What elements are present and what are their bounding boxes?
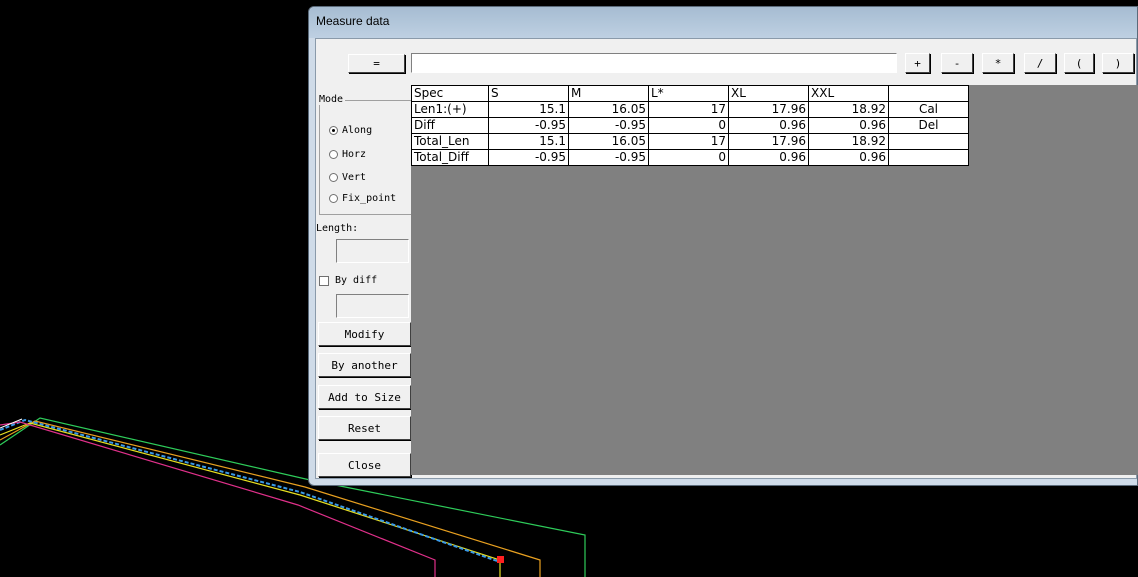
cell[interactable]: 18.92 [808, 133, 889, 150]
add-to-size-button[interactable]: Add to Size [318, 385, 411, 409]
row-label[interactable]: Total_Diff [411, 149, 489, 166]
formula-input[interactable] [411, 53, 897, 73]
radio-icon [329, 150, 338, 159]
del-action[interactable]: Del [888, 117, 969, 134]
cell[interactable]: 15.1 [488, 101, 569, 118]
table-header-row: Spec S M L* XL XXL [411, 85, 969, 102]
close-paren-button[interactable]: ) [1102, 53, 1134, 73]
by-diff-label: By diff [335, 275, 378, 286]
cell[interactable]: 0.96 [728, 149, 809, 166]
modify-button[interactable]: Modify [318, 322, 411, 346]
header-cell-m: M [568, 85, 649, 102]
cell[interactable]: 0 [648, 117, 729, 134]
mode-option-label: Vert [342, 172, 367, 183]
window-title: Measure data [316, 14, 390, 28]
table-row: Total_Len 15.1 16.05 17 17.96 18.92 [411, 133, 969, 150]
cell[interactable]: 18.92 [808, 101, 889, 118]
measure-table: Spec S M L* XL XXL Len1:(+) 15.1 16.05 1… [411, 85, 969, 166]
action-cell [888, 149, 969, 166]
measure-data-window: Measure data = + - * / ( ) Mode Along Ho… [308, 6, 1138, 486]
equals-button[interactable]: = [348, 54, 405, 73]
table-row: Total_Diff -0.95 -0.95 0 0.96 0.96 [411, 149, 969, 166]
data-grid-area: Spec S M L* XL XXL Len1:(+) 15.1 16.05 1… [411, 85, 1138, 475]
table-row: Len1:(+) 15.1 16.05 17 17.96 18.92 Cal [411, 101, 969, 118]
cell[interactable]: -0.95 [568, 149, 649, 166]
header-cell-l: L* [648, 85, 729, 102]
open-paren-button[interactable]: ( [1064, 53, 1094, 73]
row-label[interactable]: Diff [411, 117, 489, 134]
by-diff-checkbox[interactable] [319, 276, 329, 286]
header-cell-s: S [488, 85, 569, 102]
header-cell-xl: XL [728, 85, 809, 102]
mode-option-fix-point[interactable]: Fix_point [329, 193, 396, 204]
action-cell [888, 133, 969, 150]
cell[interactable]: -0.95 [488, 149, 569, 166]
cell[interactable]: 17.96 [728, 133, 809, 150]
cell[interactable]: 15.1 [488, 133, 569, 150]
header-cell-spec: Spec [411, 85, 489, 102]
mode-option-vert[interactable]: Vert [329, 172, 366, 183]
row-label[interactable]: Total_Len [411, 133, 489, 150]
radio-icon [329, 173, 338, 182]
cell[interactable]: -0.95 [488, 117, 569, 134]
cal-action[interactable]: Cal [888, 101, 969, 118]
mode-option-label: Horz [342, 149, 367, 160]
cell[interactable]: 17 [648, 101, 729, 118]
length-field[interactable] [336, 239, 409, 263]
length-label: Length: [316, 223, 359, 234]
mode-label: Mode [317, 94, 346, 105]
header-cell-action [888, 85, 969, 102]
radio-icon [329, 194, 338, 203]
minus-button[interactable]: - [941, 53, 973, 73]
divide-button[interactable]: / [1024, 53, 1056, 73]
cell[interactable]: 17.96 [728, 101, 809, 118]
header-cell-xxl: XXL [808, 85, 889, 102]
row-label[interactable]: Len1:(+) [411, 101, 489, 118]
title-bar[interactable]: Measure data [309, 7, 1137, 38]
mode-option-horz[interactable]: Horz [329, 149, 366, 160]
plus-button[interactable]: + [905, 53, 930, 73]
cell[interactable]: -0.95 [568, 117, 649, 134]
close-button[interactable]: Close [318, 453, 411, 477]
multiply-button[interactable]: * [982, 53, 1014, 73]
mode-option-label: Fix_point [342, 193, 397, 204]
radio-selected-icon [329, 126, 338, 135]
cell[interactable]: 16.05 [568, 101, 649, 118]
table-row: Diff -0.95 -0.95 0 0.96 0.96 Del [411, 117, 969, 134]
by-diff-field[interactable] [336, 294, 409, 318]
mode-option-along[interactable]: Along [329, 125, 372, 136]
cell[interactable]: 0.96 [728, 117, 809, 134]
cell[interactable]: 0 [648, 149, 729, 166]
cell[interactable]: 0.96 [808, 117, 889, 134]
reset-button[interactable]: Reset [318, 416, 411, 440]
cell[interactable]: 17 [648, 133, 729, 150]
cell[interactable]: 16.05 [568, 133, 649, 150]
cell[interactable]: 0.96 [808, 149, 889, 166]
by-another-button[interactable]: By another [318, 353, 411, 377]
mode-option-label: Along [342, 125, 373, 136]
dialog-body: = + - * / ( ) Mode Along Horz Vert Fix_p… [315, 38, 1138, 479]
measure-point-marker[interactable] [497, 556, 504, 563]
